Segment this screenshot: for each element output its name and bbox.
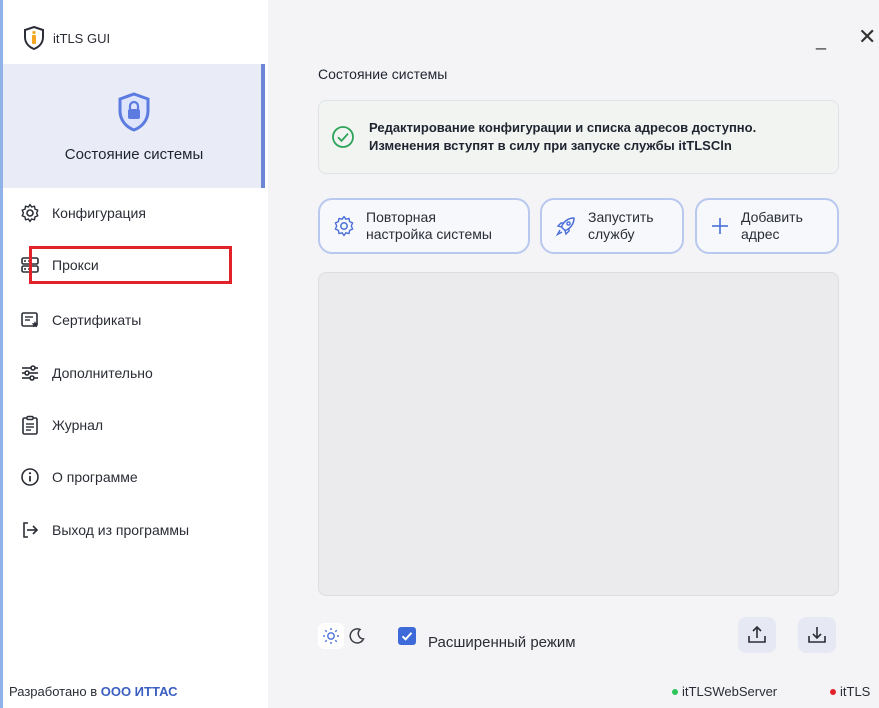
status-dot	[672, 688, 678, 695]
exit-icon	[23, 522, 39, 538]
company-link[interactable]: ООО ИТТАС	[101, 684, 178, 699]
check-circle-icon	[332, 126, 354, 148]
checkmark-icon	[401, 632, 413, 641]
certificate-icon	[21, 312, 39, 328]
reconfigure-button-label: Повторная настройка системы	[366, 209, 492, 242]
sidebar-item-label: Выход из программы	[52, 522, 190, 538]
service-status-webserver: itTLSWebServer	[672, 684, 777, 699]
info-icon	[21, 468, 39, 486]
sidebar: itTLS GUI Состояние системы Конфигурация…	[3, 0, 268, 708]
export-button[interactable]	[738, 617, 776, 653]
reconfigure-icon	[334, 215, 354, 237]
service-name: itTLSWebServer	[682, 684, 778, 699]
page-title: Состояние системы	[318, 66, 448, 82]
light-theme-button[interactable]	[318, 623, 344, 649]
sidebar-item-certificates[interactable]: Сертификаты	[20, 305, 141, 335]
sun-icon	[323, 628, 339, 644]
status-message-line2: Изменения вступят в силу при запуске слу…	[369, 138, 732, 153]
active-indicator	[261, 64, 265, 188]
advanced-mode-label: Расширенный режим	[428, 634, 576, 651]
app-title: itTLS GUI	[53, 30, 111, 46]
dark-theme-button[interactable]	[344, 623, 370, 649]
app-logo-icon	[24, 26, 44, 50]
clipboard-icon	[22, 415, 38, 435]
app-header: itTLS GUI	[23, 26, 110, 50]
minimize-button[interactable]: _	[816, 30, 826, 51]
sidebar-item-label: О программе	[52, 469, 138, 485]
sidebar-item-advanced[interactable]: Дополнительно	[20, 358, 153, 388]
sidebar-item-about[interactable]: О программе	[20, 462, 138, 492]
app-window: itTLS GUI Состояние системы Конфигурация…	[0, 0, 879, 708]
upload-icon	[748, 625, 766, 643]
selection-highlight-box	[29, 246, 232, 284]
sidebar-item-log[interactable]: Журнал	[20, 410, 103, 440]
sidebar-item-system-status-label: Состояние системы	[64, 146, 204, 163]
status-message: Редактирование конфигурации и списка адр…	[318, 100, 839, 174]
status-message-line1: Редактирование конфигурации и списка адр…	[369, 120, 757, 135]
sidebar-item-label: Конфигурация	[52, 205, 146, 221]
sidebar-item-label: Сертификаты	[52, 312, 142, 328]
sidebar-item-label: Журнал	[52, 417, 104, 433]
add-address-button-label: Добавить адрес	[741, 209, 803, 242]
download-icon	[808, 627, 826, 643]
service-name: itTLS	[840, 684, 871, 699]
sidebar-item-exit[interactable]: Выход из программы	[20, 515, 189, 545]
start-service-button[interactable]: Запустить службу	[540, 198, 684, 254]
main-panel: _ ✕ Состояние системы Редактирование кон…	[268, 0, 879, 708]
start-service-button-label: Запустить службу	[588, 209, 654, 242]
moon-icon	[349, 628, 365, 644]
sidebar-item-label: Дополнительно	[52, 365, 153, 381]
shield-lock-icon	[118, 92, 150, 132]
credit-prefix: Разработано в	[9, 684, 98, 699]
advanced-mode-checkbox[interactable]	[398, 627, 416, 645]
rocket-icon	[555, 217, 575, 237]
address-list-panel[interactable]	[318, 272, 839, 596]
sliders-icon	[22, 365, 38, 381]
status-dot	[830, 688, 836, 695]
add-address-button[interactable]: Добавить адрес	[695, 198, 839, 254]
gear-icon	[21, 203, 39, 223]
developer-credit: Разработано в ООО ИТТАС	[9, 684, 178, 699]
service-status-ittls: itTLS	[830, 684, 870, 699]
theme-toggle[interactable]	[318, 620, 376, 652]
plus-icon	[712, 218, 728, 234]
import-button[interactable]	[798, 617, 836, 653]
reconfigure-button[interactable]: Повторная настройка системы	[318, 198, 530, 254]
sidebar-item-configuration[interactable]: Конфигурация	[20, 198, 146, 228]
close-button[interactable]: ✕	[858, 24, 876, 50]
